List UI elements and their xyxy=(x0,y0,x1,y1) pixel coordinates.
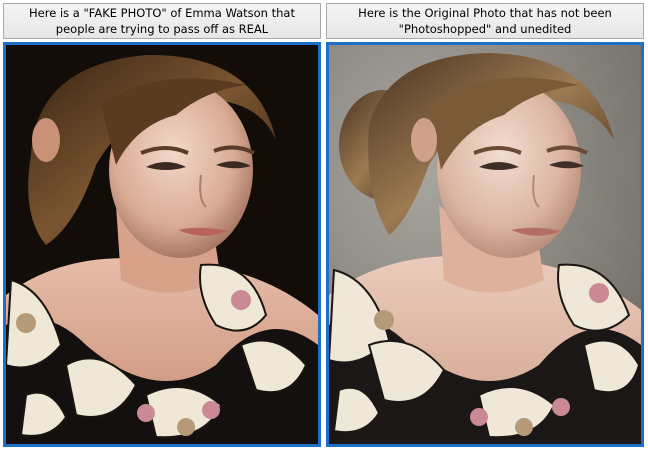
fake-caption-line-2: people are trying to pass off as REAL xyxy=(55,22,269,36)
fake-caption-line-1: Here is a "FAKE PHOTO" of Emma Watson th… xyxy=(29,6,295,20)
original-caption-line-1: Here is the Original Photo that has not … xyxy=(358,6,612,20)
fake-photo-caption: Here is a "FAKE PHOTO" of Emma Watson th… xyxy=(3,3,321,39)
original-photo-image xyxy=(329,45,641,444)
original-photo-frame xyxy=(326,42,644,447)
original-caption-line-2: "Photoshopped" and unedited xyxy=(398,22,572,36)
original-photo-panel: Here is the Original Photo that has not … xyxy=(326,3,644,447)
fake-photo-image xyxy=(6,45,318,444)
original-photo-caption: Here is the Original Photo that has not … xyxy=(326,3,644,39)
fake-photo-panel: Here is a "FAKE PHOTO" of Emma Watson th… xyxy=(3,3,321,447)
comparison-page: Here is a "FAKE PHOTO" of Emma Watson th… xyxy=(0,0,648,450)
fake-photo-frame xyxy=(3,42,321,447)
